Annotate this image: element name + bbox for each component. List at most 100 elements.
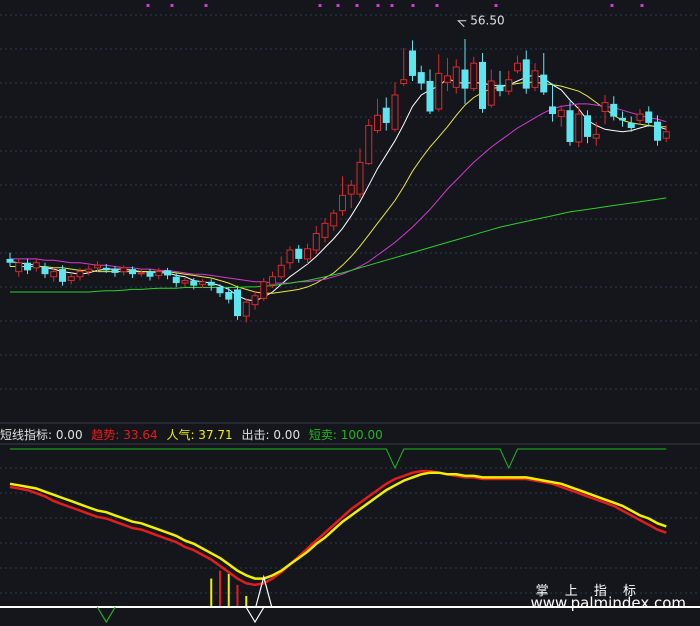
max-price-annotation: 56.50 [457, 14, 505, 28]
event-marker [640, 4, 644, 7]
watermark-url: www.palmindex.com [530, 594, 686, 612]
candle-body [557, 109, 565, 118]
candle-body [505, 79, 513, 92]
candle [295, 244, 303, 263]
candle-body [540, 74, 548, 93]
candle-body [41, 266, 49, 275]
candle-body [487, 80, 495, 106]
candle-body [164, 270, 171, 276]
candle-body [330, 212, 338, 227]
candle-body [566, 110, 574, 142]
candle-body [636, 113, 644, 121]
candle-body [461, 69, 469, 89]
candle-body [24, 262, 31, 271]
candle [312, 225, 320, 254]
event-marker [435, 4, 439, 7]
candle [15, 258, 23, 277]
event-marker [204, 4, 208, 7]
candle [234, 285, 241, 320]
candle-body [382, 107, 390, 123]
candle [619, 111, 626, 127]
candle [592, 121, 600, 146]
candle-body [85, 268, 93, 273]
legend-attack: 出击: 0.00 [241, 428, 301, 442]
candle [32, 258, 40, 272]
candle [146, 269, 154, 281]
candle-body [76, 271, 84, 278]
candle-body [286, 249, 294, 264]
candle-body [216, 286, 224, 294]
candle-body [575, 113, 583, 143]
candle [24, 258, 31, 275]
candle-body [50, 271, 58, 278]
event-marker [494, 4, 498, 7]
event-marker [376, 4, 380, 7]
candle [85, 265, 93, 276]
candle-body [435, 72, 443, 110]
candle [409, 40, 416, 81]
candle-body [531, 70, 539, 88]
candle-body [137, 272, 145, 275]
candle-body [190, 280, 198, 286]
candle [120, 265, 128, 276]
candle-body [619, 117, 626, 121]
candle-body [225, 291, 233, 300]
candle-body [269, 276, 276, 285]
candle [207, 279, 215, 291]
candle [330, 209, 338, 231]
max-price-label: 56.50 [470, 14, 504, 28]
candle-body [470, 62, 478, 90]
candle [487, 69, 495, 108]
candle [470, 56, 478, 92]
grid-lines [0, 4, 700, 594]
event-marker [336, 4, 340, 7]
candle-body [417, 72, 425, 84]
candle [426, 69, 434, 115]
candle [566, 101, 574, 146]
candle-body [584, 115, 591, 137]
candle-body [479, 61, 486, 109]
candle [636, 108, 644, 125]
candle-body [321, 222, 329, 238]
indicator-legend: 短线指标: 0.00 趋势: 33.64 人气: 37.71 出击: 0.00 … [0, 427, 388, 443]
candle-body [549, 106, 556, 115]
candle [251, 290, 259, 310]
candle-body [444, 75, 451, 83]
moving-average-lines [9, 74, 667, 302]
candle [540, 53, 548, 95]
candle-body [627, 122, 635, 129]
candle [365, 119, 373, 165]
candle-body [146, 271, 154, 277]
candle-body [592, 133, 600, 139]
candle-body [409, 50, 416, 76]
event-marker [610, 4, 614, 7]
candle [549, 83, 556, 122]
short-sell-line [10, 448, 667, 470]
candle [137, 269, 145, 277]
candlesticks [6, 39, 670, 323]
candle-body [391, 94, 399, 130]
candle [339, 176, 346, 216]
candle [374, 98, 381, 134]
candle [155, 267, 163, 280]
event-marker [355, 4, 359, 7]
candle-body [199, 281, 206, 285]
candle [417, 65, 425, 90]
ma-line-ma5 [9, 74, 667, 302]
candle-body [242, 301, 250, 317]
candle [452, 59, 460, 94]
event-marker [170, 4, 174, 7]
candle [479, 53, 486, 113]
candle [164, 267, 171, 280]
candle-body [514, 62, 521, 72]
candle [225, 286, 233, 304]
candle-body [59, 269, 66, 282]
candle [277, 256, 285, 280]
candle [531, 63, 539, 92]
candle-body [172, 276, 180, 284]
candle-body [207, 281, 215, 286]
legend-popularity: 人气: 37.71 [166, 428, 233, 442]
candle-body [374, 114, 381, 132]
candle-body [426, 80, 434, 112]
candle-body [662, 131, 670, 139]
